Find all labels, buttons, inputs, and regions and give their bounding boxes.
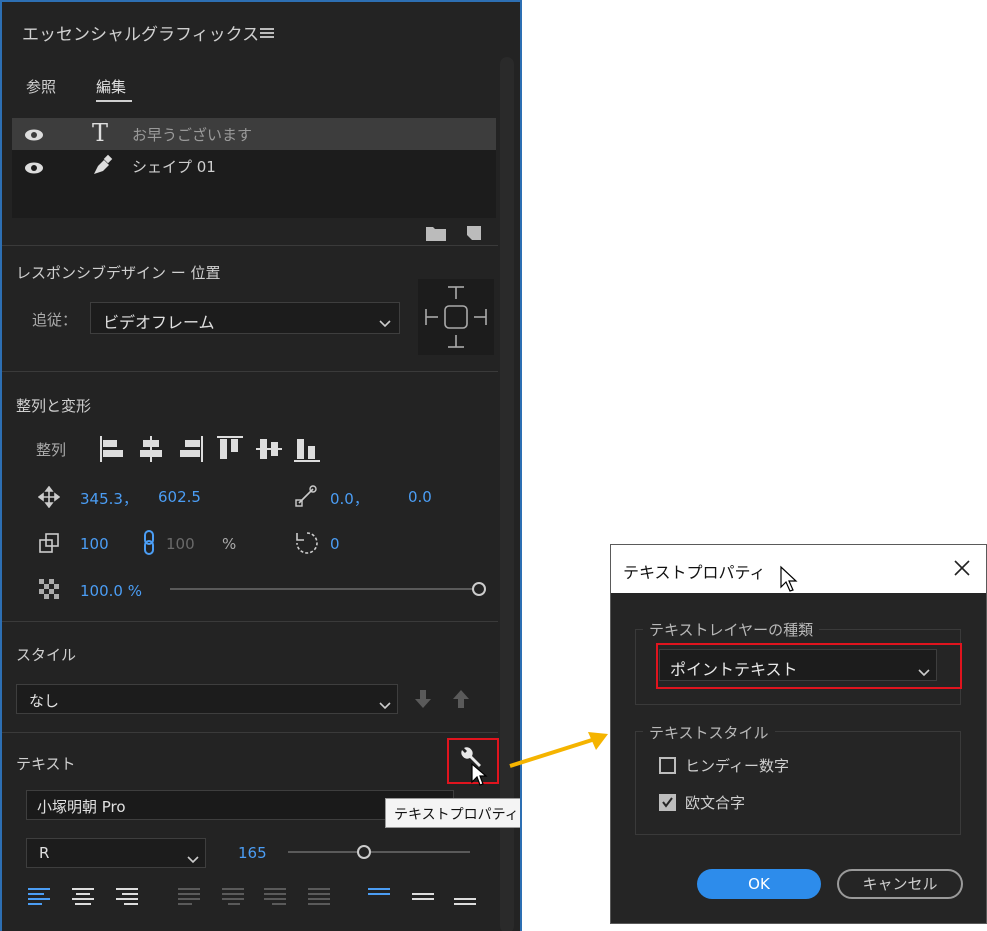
follow-value: ビデオフレーム [103,313,215,332]
font-weight-dropdown[interactable]: R [26,838,206,868]
position-y-value[interactable]: 602.5 [158,488,201,506]
panel-menu-icon[interactable] [260,24,274,43]
align-left-button[interactable] [100,434,126,464]
dialog-title: テキストプロパティ [623,563,766,582]
justify-last-center-button[interactable] [220,886,246,910]
opacity-slider-track[interactable] [170,588,476,590]
move-icon [37,485,61,512]
separator [2,621,498,622]
follow-label: 追従： [32,311,78,329]
bottom-align-text-button[interactable] [452,886,478,910]
mouse-cursor-icon [470,762,488,792]
align-text-left-button[interactable] [26,886,52,910]
separator [2,732,498,733]
separator [2,371,498,372]
chevron-down-icon [379,313,391,332]
pull-style-up-icon[interactable] [452,688,470,714]
layer-row-text[interactable]: T お早うございます [12,118,496,150]
align-center-button[interactable] [138,434,164,464]
scale-width-value: 100 [166,535,195,553]
percent-label: % [222,535,237,553]
font-size-value[interactable]: 165 [238,844,267,862]
new-folder-icon[interactable] [426,225,446,245]
tab-edit[interactable]: 編集 [96,76,126,97]
tab-browse[interactable]: 参照 [26,76,56,97]
link-icon[interactable] [142,530,156,560]
scale-value[interactable]: 100 [80,535,109,553]
panel-title: エッセンシャルグラフィックス [22,25,260,45]
hindi-digits-label: ヒンディー数字 [685,757,789,775]
layer-type-highlight-box [656,643,962,689]
text-style-group [635,731,961,835]
ligatures-checkbox[interactable] [659,794,676,811]
opacity-slider-handle[interactable] [472,582,486,596]
top-align-text-button[interactable] [366,886,392,910]
eye-icon[interactable] [24,127,44,146]
chevron-down-icon [187,849,199,868]
callout-arrow [508,728,612,776]
eye-icon[interactable] [24,160,44,179]
pen-icon [90,154,114,182]
font-size-slider-handle[interactable] [357,845,371,859]
mouse-cursor-icon [779,565,799,597]
align-right-button[interactable] [178,434,204,464]
align-heading: 整列と変形 [16,397,92,415]
align-label: 整列 [36,441,67,459]
opacity-value[interactable]: 100.0 % [80,582,142,600]
layer-list: T お早うございます シェイプ 01 [12,118,496,218]
new-layer-icon[interactable] [465,224,483,246]
anchor-point-icon [294,484,318,512]
justify-last-left-button[interactable] [176,886,202,910]
center-align-text-vertical-button[interactable] [410,886,436,910]
style-heading: スタイル [16,646,77,664]
scale-icon [38,532,60,558]
align-middle-button[interactable] [256,434,284,464]
rotation-icon [294,530,320,560]
responsive-heading: レスポンシブデザイン ー 位置 [16,264,221,282]
rotation-value[interactable]: 0 [330,535,340,553]
position-x-value[interactable]: 345.3， [80,488,138,509]
tooltip-text: テキストプロパティ [394,807,519,823]
essential-graphics-panel: エッセンシャルグラフィックス 参照 編集 T お早うございます シェイプ 01 [0,0,522,931]
layer-row-shape[interactable]: シェイプ 01 [12,150,496,182]
push-style-down-icon[interactable] [414,688,432,714]
align-top-button[interactable] [216,434,244,464]
text-properties-dialog: テキストプロパティ テキストレイヤーの種類 ポイントテキスト テキストスタイル … [610,544,987,924]
ok-button[interactable]: OK [697,869,821,899]
anchor-y-value[interactable]: 0.0 [408,488,432,506]
close-icon[interactable] [953,559,971,581]
opacity-icon [38,578,60,604]
justify-all-button[interactable] [306,886,332,910]
align-bottom-button[interactable] [294,434,322,464]
text-style-group-label: テキストスタイル [643,722,775,743]
layer-type-group-label: テキストレイヤーの種類 [643,619,820,640]
align-text-right-button[interactable] [114,886,140,910]
follow-dropdown[interactable]: ビデオフレーム [90,302,400,334]
style-value: なし [29,692,60,710]
separator [2,245,498,246]
text-heading: テキスト [16,755,76,773]
cancel-button[interactable]: キャンセル [837,869,963,899]
anchor-x-value[interactable]: 0.0， [330,488,369,509]
layer-name: お早うございます [132,126,253,144]
justify-last-right-button[interactable] [262,886,288,910]
tab-edit-underline [96,100,132,102]
tooltip: テキストプロパティ [385,798,520,828]
hindi-digits-checkbox[interactable] [659,757,676,774]
align-text-center-button[interactable] [70,886,96,910]
chevron-down-icon [379,695,391,714]
dialog-title-bar[interactable]: テキストプロパティ [611,545,986,593]
font-size-slider-track[interactable] [288,851,470,853]
font-weight-value: R [39,844,50,862]
layer-name: シェイプ 01 [132,158,216,176]
ligatures-label: 欧文合字 [685,794,746,812]
text-layer-icon: T [92,119,109,147]
font-value: 小塚明朝 Pro [37,798,126,816]
style-dropdown[interactable]: なし [16,684,398,714]
pin-widget[interactable] [418,279,494,355]
